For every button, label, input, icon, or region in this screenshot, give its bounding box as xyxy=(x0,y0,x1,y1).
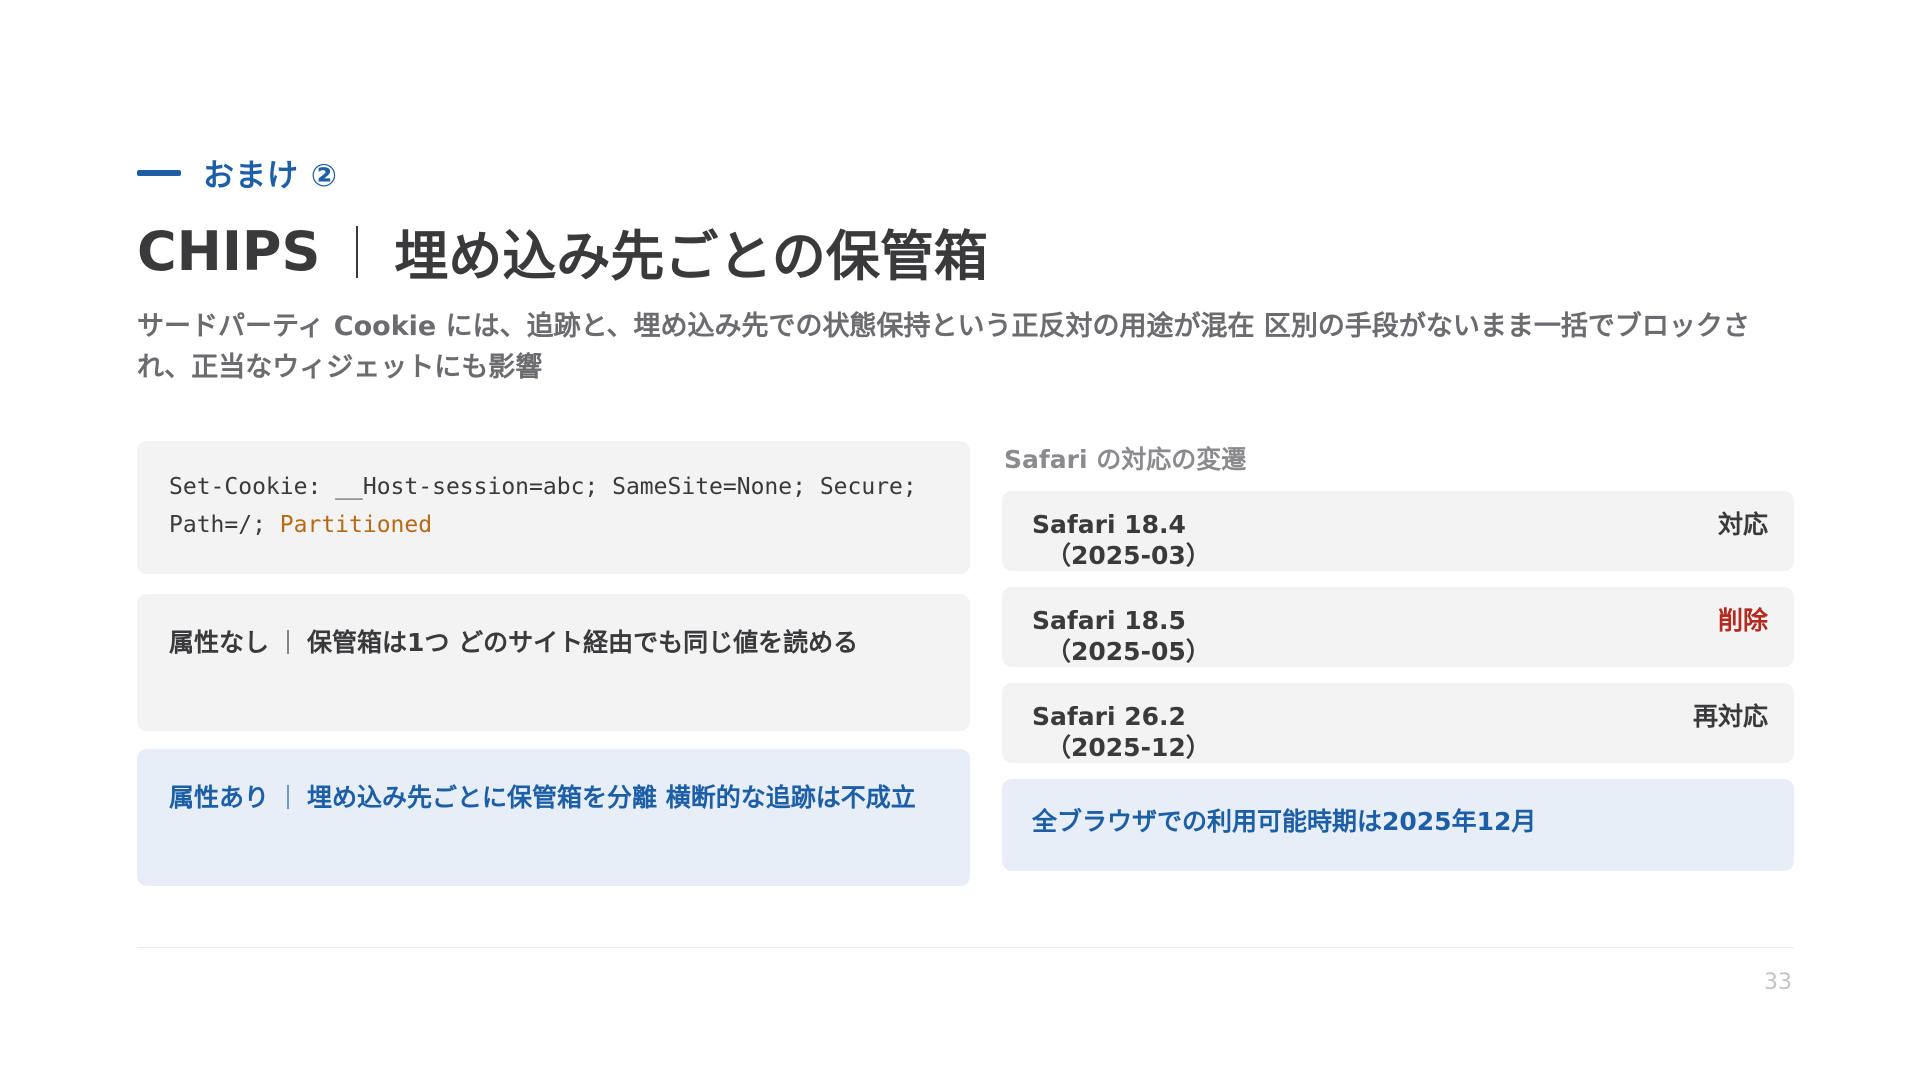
lead-paragraph: サードパーティ Cookie には、追跡と、埋め込み先での状態保持という正反対の… xyxy=(137,311,1750,383)
slide: おまけ ② CHIPS 埋め込み先ごとの保管箱 サードパーティ Cookie に… xyxy=(0,0,1920,1080)
attribute-none-label: 属性なし xyxy=(169,628,270,657)
safari-row: Safari 18.4 （2025-03） 対応 xyxy=(1002,491,1794,571)
safari-row: Safari 18.5 （2025-05） 削除 xyxy=(1002,587,1794,667)
code-block: Set-Cookie: __Host-session=abc; SameSite… xyxy=(137,441,970,574)
title-sub: 埋め込み先ごとの保管箱 xyxy=(394,225,988,288)
safari-row: Safari 26.2 （2025-12） 再対応 xyxy=(1002,683,1794,763)
code-line-1: Set-Cookie: __Host-session=abc; SameSite… xyxy=(169,474,917,500)
kicker-bar xyxy=(137,169,181,176)
kicker-text: おまけ ② xyxy=(203,158,339,194)
attribute-yes-text: 埋め込み先ごとに保管箱を分離 横断的な追跡は不成立 xyxy=(307,783,916,812)
attribute-none-card: 属性なし 保管箱は1つ どのサイト経由でも同じ値を読める xyxy=(137,594,970,731)
footer-divider xyxy=(137,947,1794,948)
code-line-2: Path=/; Partitioned xyxy=(169,506,938,544)
page-title: CHIPS 埋め込み先ごとの保管箱 xyxy=(137,212,988,291)
title-main: CHIPS xyxy=(137,220,321,283)
safari-status: 再対応 xyxy=(1692,702,1768,731)
attribute-yes-label: 属性あり xyxy=(169,783,270,812)
safari-date: （2025-05） xyxy=(1046,637,1211,666)
safari-status: 対応 xyxy=(1717,510,1768,539)
safari-version: Safari 18.5 xyxy=(1032,606,1186,635)
title-divider xyxy=(356,225,359,278)
attribute-yes-card: 属性あり 埋め込み先ごとに保管箱を分離 横断的な追跡は不成立 xyxy=(137,749,970,886)
safari-version: Safari 18.4 xyxy=(1032,510,1186,539)
attribute-none-divider xyxy=(287,630,290,654)
page-number: 33 xyxy=(1764,970,1792,995)
safari-version: Safari 26.2 xyxy=(1032,702,1186,731)
safari-date: （2025-03） xyxy=(1046,541,1211,570)
kicker: おまけ ② xyxy=(137,150,338,195)
code-line-2-prefix: Path=/; xyxy=(169,512,280,538)
safari-date: （2025-12） xyxy=(1046,733,1211,762)
attribute-yes-divider xyxy=(287,785,290,809)
safari-status-removed: 削除 xyxy=(1717,606,1768,635)
code-partitioned: Partitioned xyxy=(279,512,433,538)
attribute-none-text: 保管箱は1つ どのサイト経由でも同じ値を読める xyxy=(307,628,859,657)
safari-heading: Safari の対応の変遷 xyxy=(1004,445,1247,474)
summary-card: 全ブラウザでの利用可能時期は2025年12月 xyxy=(1002,779,1794,871)
